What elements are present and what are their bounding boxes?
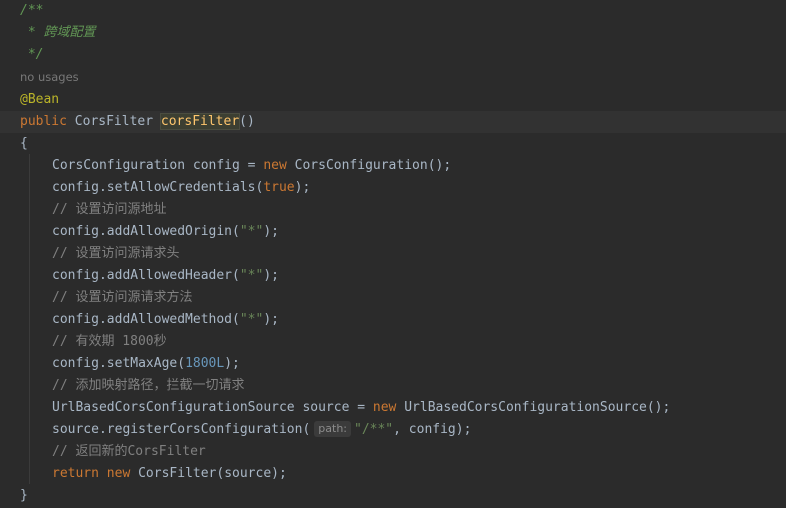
code-text: CorsConfiguration config = [52, 158, 264, 173]
code-line-6[interactable]: config.setMaxAge(1800L); [0, 353, 786, 375]
code-line-open-brace[interactable]: { [0, 133, 786, 155]
code-text: source.registerCorsConfiguration( [52, 422, 311, 437]
code-text: , config); [393, 422, 472, 437]
code-text: CorsFilter(source); [130, 466, 287, 481]
code-text: ); [263, 268, 279, 283]
code-line-5[interactable]: config.addAllowedMethod("*"); [0, 309, 786, 331]
code-line-comment-4[interactable]: // 有效期 1800秒 [0, 331, 786, 353]
method-name: corsFilter [159, 113, 241, 130]
code-text: config.setMaxAge( [52, 356, 186, 371]
line-comment: // 有效期 1800秒 [52, 334, 167, 349]
code-line-3[interactable]: config.addAllowedOrigin("*"); [0, 221, 786, 243]
string-literal: "*" [239, 224, 264, 239]
line-comment: // 返回新的CorsFilter [52, 444, 206, 459]
keyword: public [20, 114, 67, 129]
code-line-method-signature[interactable]: public CorsFilter corsFilter() [0, 111, 786, 133]
code-line-2[interactable]: config.setAllowCredentials(true); [0, 177, 786, 199]
string-literal: "*" [239, 312, 264, 327]
line-comment: // 设置访问源请求方法 [52, 290, 193, 305]
string-literal: "*" [239, 268, 264, 283]
line-comment: // 添加映射路径，拦截一切请求 [52, 378, 245, 393]
usages-hint-line[interactable]: no usages [0, 67, 786, 87]
code-line-doc-text[interactable]: * 跨域配置 [0, 22, 786, 44]
code-text: CorsConfiguration(); [286, 158, 452, 173]
code-text: ); [263, 224, 279, 239]
usages-hint[interactable]: no usages [20, 70, 79, 84]
number-literal: 1800L [185, 356, 225, 371]
code-text: UrlBasedCorsConfigurationSource source = [52, 400, 373, 415]
keyword: return [52, 466, 99, 481]
parens: () [239, 114, 255, 129]
code-line-7[interactable]: UrlBasedCorsConfigurationSource source =… [0, 397, 786, 419]
keyword: new [372, 400, 397, 415]
code-line-doc-close[interactable]: */ [0, 44, 786, 66]
code-text: config.addAllowedHeader( [52, 268, 240, 283]
return-type: CorsFilter [66, 114, 161, 129]
code-text: config.setAllowCredentials( [52, 180, 264, 195]
code-line-1[interactable]: CorsConfiguration config = new CorsConfi… [0, 155, 786, 177]
keyword: new [106, 466, 131, 481]
code-line-comment-3[interactable]: // 设置访问源请求方法 [0, 287, 786, 309]
string-literal: "/**" [354, 422, 394, 437]
code-line-comment-1[interactable]: // 设置访问源地址 [0, 199, 786, 221]
code-line-9[interactable]: return new CorsFilter(source); [0, 463, 786, 485]
code-line-annotation[interactable]: @Bean [0, 89, 786, 111]
code-line-close-brace[interactable]: } [0, 485, 786, 507]
code-text: ); [263, 312, 279, 327]
brace: { [20, 136, 28, 151]
parameter-hint: path: [314, 421, 351, 437]
code-editor[interactable]: /** * 跨域配置 */ no usages @Bean public Cor… [0, 0, 786, 508]
code-line-comment-6[interactable]: // 返回新的CorsFilter [0, 441, 786, 463]
code-line-comment-2[interactable]: // 设置访问源请求头 [0, 243, 786, 265]
code-line-4[interactable]: config.addAllowedHeader("*"); [0, 265, 786, 287]
code-text: UrlBasedCorsConfigurationSource(); [396, 400, 671, 415]
doc-comment: * 跨域配置 [20, 25, 96, 40]
code-line-comment-5[interactable]: // 添加映射路径，拦截一切请求 [0, 375, 786, 397]
code-text: ); [294, 180, 311, 195]
line-comment: // 设置访问源地址 [52, 202, 167, 217]
code-text: config.addAllowedMethod( [52, 312, 240, 327]
keyword: true [263, 180, 295, 195]
keyword: new [263, 158, 287, 173]
code-line-doc-open[interactable]: /** [0, 0, 786, 22]
code-text: config.addAllowedOrigin( [52, 224, 240, 239]
doc-comment: /** [20, 3, 44, 18]
line-comment: // 设置访问源请求头 [52, 246, 180, 261]
annotation: @Bean [20, 92, 60, 107]
doc-comment: */ [20, 47, 44, 62]
code-text: ); [224, 356, 240, 371]
brace: } [20, 488, 28, 503]
code-line-8[interactable]: source.registerCorsConfiguration(path: "/… [0, 419, 786, 441]
